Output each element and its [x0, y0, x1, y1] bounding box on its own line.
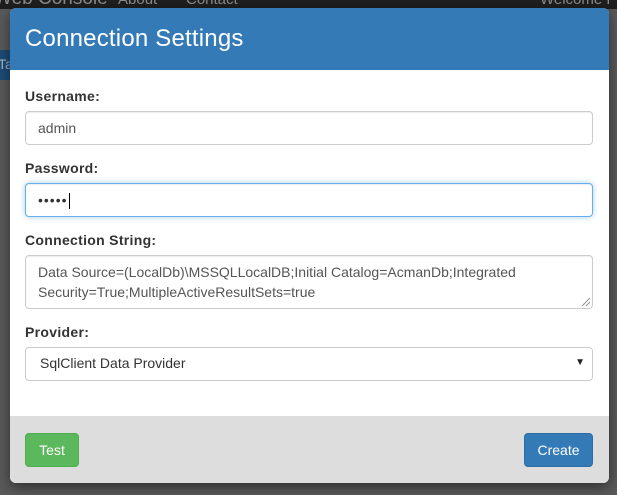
background-nav-about: About	[118, 0, 157, 8]
dialog-title: Connection Settings	[25, 25, 244, 52]
dialog-footer: Test Create	[10, 416, 609, 483]
resize-grip-icon[interactable]	[582, 298, 590, 306]
provider-group: Provider: SqlClient Data Provider ▼	[25, 324, 594, 381]
password-masked-value: •••••	[38, 192, 68, 208]
dialog-body: Username: Password: ••••• Connection Str…	[10, 70, 609, 381]
test-button[interactable]: Test	[25, 433, 79, 467]
provider-selected-value: SqlClient Data Provider	[40, 355, 186, 371]
username-label: Username:	[25, 88, 101, 104]
password-group: Password: •••••	[25, 160, 594, 217]
provider-select[interactable]: SqlClient Data Provider ▼	[25, 347, 593, 381]
username-input[interactable]	[25, 111, 593, 145]
connection-settings-dialog: Connection Settings Username: Password: …	[10, 8, 609, 483]
provider-label: Provider:	[25, 324, 90, 340]
background-nav-contact: Contact	[186, 0, 238, 8]
text-cursor	[68, 193, 70, 210]
dropdown-arrow-icon: ▼	[575, 357, 585, 368]
create-button[interactable]: Create	[524, 433, 593, 467]
password-label: Password:	[25, 160, 99, 176]
password-input[interactable]: •••••	[25, 183, 593, 217]
connection-string-wrapper: Data Source=(LocalDb)\MSSQLLocalDB;Initi…	[25, 255, 593, 309]
connection-string-group: Connection String: Data Source=(LocalDb)…	[25, 232, 594, 309]
connection-string-textarea[interactable]: Data Source=(LocalDb)\MSSQLLocalDB;Initi…	[25, 255, 593, 309]
connection-string-label: Connection String:	[25, 232, 157, 248]
dialog-header: Connection Settings	[10, 8, 609, 70]
background-welcome-text: Welcome F	[540, 0, 616, 8]
username-group: Username:	[25, 88, 594, 145]
